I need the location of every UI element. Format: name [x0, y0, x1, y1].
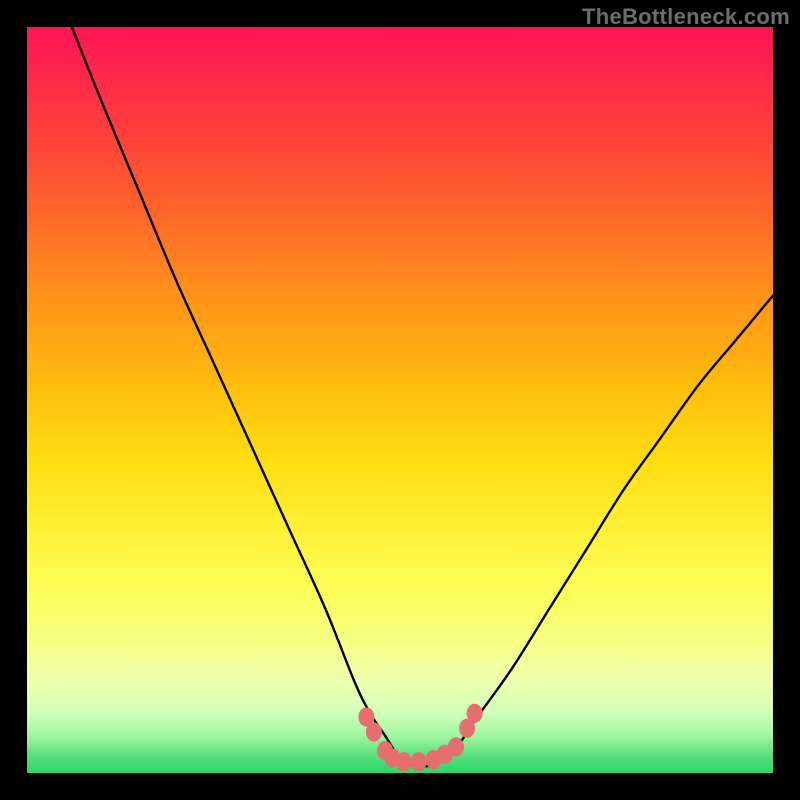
- chart-frame: TheBottleneck.com: [0, 0, 800, 800]
- valley-marker: [448, 737, 464, 756]
- valley-marker: [366, 722, 382, 741]
- chart-svg-layer: [27, 27, 773, 773]
- valley-marker: [411, 752, 427, 771]
- watermark-text: TheBottleneck.com: [582, 4, 790, 30]
- valley-marker: [467, 704, 483, 723]
- valley-marker: [396, 752, 412, 771]
- bottleneck-curve-line: [72, 27, 773, 766]
